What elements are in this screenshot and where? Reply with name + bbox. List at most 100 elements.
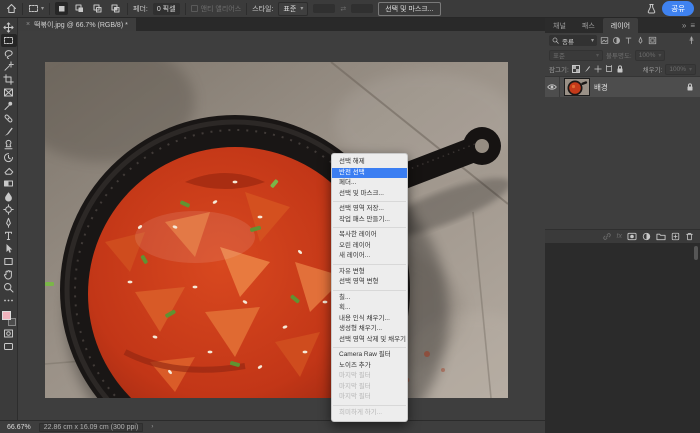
menu-item-last-filter: 마지막 필터 [339,372,371,379]
menu-item-save-selection[interactable]: 선택 영역 저장... [332,204,407,215]
foreground-background-swatches[interactable] [1,310,17,327]
menu-item-last-filter: 마지막 필터 [339,382,371,390]
shape-tool[interactable] [1,255,17,268]
panel-menu-icon[interactable]: ≡ [690,21,695,30]
eyedropper-tool[interactable] [1,99,17,112]
style-label: 스타일: [252,5,274,13]
lock-image-icon[interactable] [583,65,591,73]
edit-toolbar-ellipsis[interactable] [1,294,17,307]
lock-transparency-icon[interactable] [571,65,580,73]
filter-shape-layers-icon[interactable] [636,36,645,45]
divider [22,2,23,15]
menu-item-camera-raw-filter[interactable]: Camera Raw 필터 [332,350,407,361]
new-selection-icon[interactable] [55,2,69,15]
layer-thumbnail[interactable] [564,78,590,96]
delete-layer-icon[interactable] [685,232,694,241]
healing-brush-tool[interactable] [1,112,17,125]
pen-tool[interactable] [1,216,17,229]
style-select[interactable]: 표준 ▾ [278,1,309,16]
new-adjustment-layer-icon[interactable] [642,232,651,241]
scrollbar-thumb[interactable] [694,246,698,260]
quick-mask-mode[interactable] [1,327,17,340]
filter-pin-icon[interactable] [687,36,696,45]
panel-tab-bar: 채널 패스 레이어 » ≡ [545,18,700,33]
layer-lock-icon[interactable] [686,83,694,91]
close-tab-icon[interactable]: × [26,21,30,28]
clone-stamp-tool[interactable] [1,138,17,151]
new-layer-icon[interactable] [671,232,680,241]
hand-tool[interactable] [1,268,17,281]
filter-adjustment-layers-icon[interactable] [612,36,621,45]
filter-type-layers-icon[interactable] [624,36,633,45]
canvas-image[interactable] [45,62,508,398]
menu-item-fill[interactable]: 칠... [332,293,407,304]
subtract-from-selection-icon[interactable] [91,2,104,15]
collapse-panel-icon[interactable]: » [682,21,686,30]
layer-effects-icon: fx [616,233,622,240]
type-tool[interactable] [1,229,17,242]
beaker-icon[interactable] [646,3,657,15]
menu-item-transform-selection[interactable]: 선택 영역 변형 [332,277,407,288]
menu-separator [333,201,406,202]
menu-item-layer-via-cut[interactable]: 오린 레이어 [332,241,407,252]
brush-tool[interactable] [1,125,17,138]
menu-item-delete-and-fill-selection[interactable]: 선택 영역 삭제 및 채우기 [332,335,407,346]
lock-all-icon[interactable] [616,65,624,73]
share-button[interactable]: 공유 [662,1,694,16]
home-icon[interactable] [6,3,17,14]
menu-item-select-and-mask[interactable]: 선택 및 마스크... [332,189,407,200]
tab-channels[interactable]: 채널 [545,18,574,33]
layer-name: 배경 [594,82,608,92]
filter-pixel-layers-icon[interactable] [600,36,609,45]
filter-smart-objects-icon[interactable] [648,36,657,45]
history-brush-tool[interactable] [1,151,17,164]
layer-row-background[interactable]: 배경 [545,77,700,97]
path-selection-tool[interactable] [1,242,17,255]
frame-tool[interactable] [1,86,17,99]
intersect-selection-icon[interactable] [109,2,122,15]
rectangular-marquee-tool[interactable] [0,34,17,47]
menu-item-layer-via-copy[interactable]: 복사한 레이어 [332,230,407,241]
marquee-tool-preset-icon[interactable]: ▾ [28,3,44,14]
zoom-tool[interactable] [1,281,17,294]
opacity-label: 불투명도: [606,53,632,60]
screen-mode[interactable] [1,340,17,353]
zoom-level[interactable]: 66.67% [7,424,31,431]
menu-item-feather[interactable]: 페더... [332,178,407,189]
layer-visibility-toggle[interactable] [545,77,560,97]
move-tool[interactable] [1,21,17,34]
crop-tool[interactable] [1,73,17,86]
menu-item-add-noise[interactable]: 노이즈 추가 [332,361,407,372]
feather-input[interactable]: 0 픽셀 [152,2,180,15]
dodge-tool[interactable] [1,203,17,216]
menu-item-select-inverse[interactable]: 반전 선택 [332,167,407,178]
add-to-selection-icon[interactable] [73,2,86,15]
panel-dock: 채널 패스 레이어 » ≡ 종류 ▾ 표준 ▾ 불투명도: 100% ▾ 잠그기: [545,18,700,433]
menu-item-content-aware-fill[interactable]: 내용 인식 채우기... [332,314,407,325]
canvas-area[interactable] [18,31,545,420]
document-tab[interactable]: × 떡볶이.jpg @ 66.7% (RGB/8) * [18,18,136,31]
foreground-color-swatch[interactable] [1,311,11,320]
menu-item-stroke[interactable]: 획... [332,303,407,314]
lasso-tool[interactable] [1,47,17,60]
tab-layers[interactable]: 레이어 [602,18,639,33]
select-and-mask-button[interactable]: 선택 및 마스크... [378,1,441,16]
magic-wand-tool[interactable] [1,60,17,73]
menu-item-make-work-path[interactable]: 작업 패스 만들기... [332,215,407,226]
opacity-select: 100% ▾ [634,49,666,61]
blur-tool[interactable] [1,190,17,203]
menu-item-generative-fill[interactable]: 생성형 채우기... [332,324,407,335]
eraser-tool[interactable] [1,164,17,177]
tab-paths[interactable]: 패스 [574,18,603,33]
menu-item-new-layer[interactable]: 새 레이어... [332,251,407,262]
menu-item-deselect[interactable]: 선택 해제 [332,157,407,168]
menu-item-free-transform[interactable]: 자유 변형 [332,267,407,278]
status-chevron-icon[interactable]: › [151,424,153,430]
divider [127,2,129,15]
lock-position-icon[interactable] [594,65,602,73]
lock-artboard-icon[interactable] [605,65,613,73]
add-layer-mask-icon[interactable] [627,232,637,241]
new-group-icon[interactable] [656,232,666,241]
layer-filter-select[interactable]: 종류 ▾ [549,35,597,46]
gradient-tool[interactable] [1,177,17,190]
